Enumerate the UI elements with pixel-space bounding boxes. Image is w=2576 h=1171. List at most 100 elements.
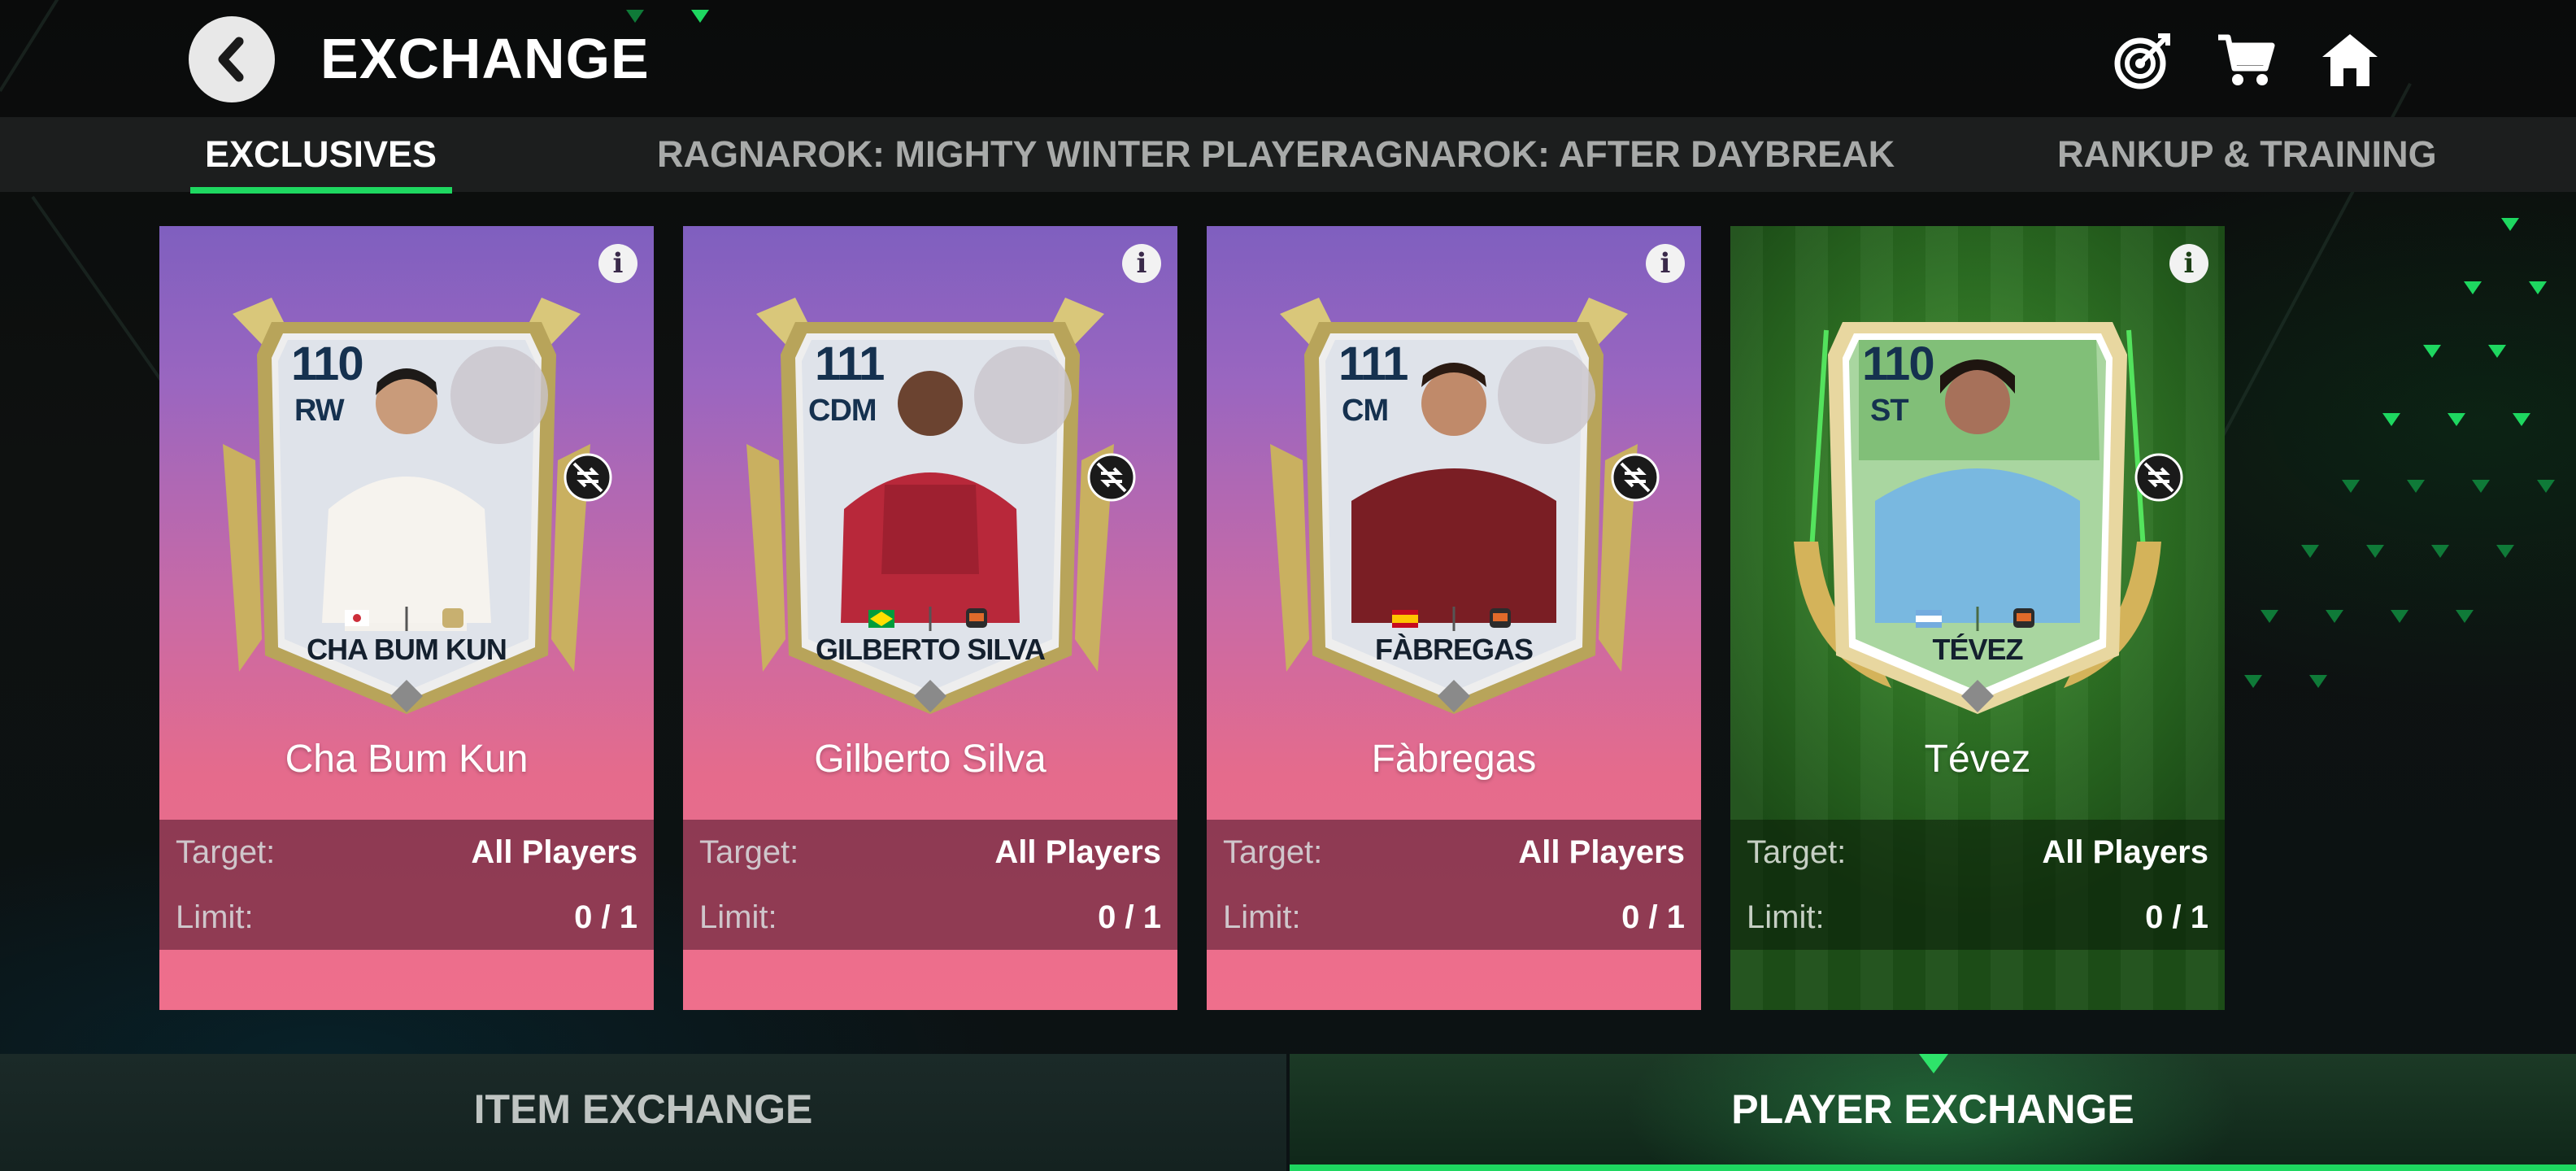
decoration-triangle xyxy=(2366,545,2384,558)
target-value: All Players xyxy=(2042,834,2208,870)
target-label: Target: xyxy=(699,834,799,870)
decoration-triangle xyxy=(2431,545,2449,558)
target-value: All Players xyxy=(471,834,637,870)
decoration-triangle xyxy=(2537,480,2555,493)
decoration-triangle xyxy=(2309,675,2327,688)
target-row: Target: All Players xyxy=(176,820,637,885)
exchange-screen: EXCHANGE EXCLUSIVES RAGNAROK: MIGHTY WIN… xyxy=(0,0,2576,1171)
decoration-triangle xyxy=(2496,545,2514,558)
cart-icon xyxy=(2218,34,2275,85)
active-tab-indicator xyxy=(190,187,452,194)
decoration-triangle xyxy=(2261,610,2278,623)
decoration-triangle xyxy=(2326,610,2343,623)
target-row: Target: All Players xyxy=(1223,820,1685,885)
limit-row: Limit: 0 / 1 xyxy=(1223,885,1685,950)
target-label: Target: xyxy=(1223,834,1323,870)
info-icon[interactable]: i xyxy=(598,244,637,283)
active-tab-arrow xyxy=(1919,1054,1948,1073)
tab-item-exchange[interactable]: ITEM EXCHANGE xyxy=(0,1054,1286,1171)
decoration-triangle xyxy=(2423,345,2441,358)
tab-ragnarok-after-daybreak[interactable]: RAGNAROK: AFTER DAYBREAK xyxy=(1322,117,1895,192)
cart-button[interactable] xyxy=(2213,28,2278,93)
decoration-triangle xyxy=(2244,675,2262,688)
player-rating: 111 xyxy=(815,337,885,390)
player-card-name: CHA BUM KUN xyxy=(307,633,507,666)
player-position: RW xyxy=(294,394,345,428)
player-rating: 110 xyxy=(1862,337,1935,390)
player-card: 111 CM FÀBREGAS xyxy=(1270,298,1638,720)
category-tabs: EXCLUSIVES RAGNAROK: MIGHTY WINTER PLAYE… xyxy=(0,117,2576,194)
player-card-name: TÉVEZ xyxy=(1932,633,2023,666)
player-display-name: Fàbregas xyxy=(1371,738,1537,781)
exchange-info-panel: Target: All Players Limit: 0 / 1 xyxy=(1207,820,1701,950)
info-icon[interactable]: i xyxy=(1122,244,1161,283)
target-value: All Players xyxy=(1518,834,1685,870)
decoration-triangle xyxy=(2301,545,2319,558)
back-button[interactable] xyxy=(189,16,275,102)
decoration-triangle xyxy=(2407,480,2425,493)
bottom-nav: ITEM EXCHANGE PLAYER EXCHANGE xyxy=(0,1054,2576,1171)
player-card-name: GILBERTO SILVA xyxy=(815,633,1046,666)
player-card: 111 CDM GILBERTO SILVA xyxy=(746,298,1114,720)
decoration-triangle xyxy=(2488,345,2506,358)
player-rating: 110 xyxy=(291,337,364,390)
limit-row: Limit: 0 / 1 xyxy=(699,885,1161,950)
limit-value: 0 / 1 xyxy=(1621,899,1685,935)
tab-ragnarok-mighty-winter-player[interactable]: RAGNAROK: MIGHTY WINTER PLAYER xyxy=(657,117,1347,192)
exchange-card-fabregas[interactable]: i 111 CM FÀBREGAS Fàbregas Target: All P… xyxy=(1207,226,1701,1010)
player-position: CDM xyxy=(808,394,877,428)
limit-value: 0 / 1 xyxy=(2145,899,2208,935)
decoration-triangle xyxy=(2513,413,2530,426)
player-card-name: FÀBREGAS xyxy=(1374,633,1534,666)
player-display-name: Gilberto Silva xyxy=(814,738,1046,781)
decoration-triangle xyxy=(2391,610,2408,623)
untradable-icon xyxy=(1611,453,1660,502)
untradable-icon xyxy=(1087,453,1136,502)
decoration-triangle xyxy=(2456,610,2474,623)
page-title: EXCHANGE xyxy=(320,27,650,90)
decoration-triangle xyxy=(2382,413,2400,426)
decoration-triangle xyxy=(2529,281,2547,294)
target-label: Target: xyxy=(1747,834,1847,870)
chevron-left-icon xyxy=(218,37,244,82)
player-card: 110 ST TÉVEZ xyxy=(1794,298,2161,720)
decoration-triangle xyxy=(2464,281,2482,294)
target-label: Target: xyxy=(176,834,276,870)
player-exchange-label: PLAYER EXCHANGE xyxy=(1731,1086,2134,1132)
limit-label: Limit: xyxy=(1747,899,1825,935)
exchange-info-panel: Target: All Players Limit: 0 / 1 xyxy=(1730,820,2225,950)
limit-value: 0 / 1 xyxy=(1098,899,1161,935)
exchange-info-panel: Target: All Players Limit: 0 / 1 xyxy=(683,820,1177,950)
target-value: All Players xyxy=(994,834,1161,870)
exchange-info-panel: Target: All Players Limit: 0 / 1 xyxy=(159,820,654,950)
home-icon xyxy=(2322,34,2378,86)
home-button[interactable] xyxy=(2317,28,2382,93)
header: EXCHANGE xyxy=(0,0,2576,115)
target-icon xyxy=(2114,33,2170,89)
active-tab-underline xyxy=(1290,1164,2576,1171)
decoration-triangle xyxy=(2472,480,2490,493)
info-icon[interactable]: i xyxy=(2169,244,2208,283)
target-button[interactable] xyxy=(2111,28,2176,93)
exchange-card-tevez[interactable]: i 110 ST TÉVEZ Tévez Target: All Players… xyxy=(1730,226,2225,1010)
tab-rankup-training[interactable]: RANKUP & TRAINING xyxy=(2057,117,2437,192)
decoration-triangle xyxy=(2501,218,2519,231)
untradable-icon xyxy=(2134,453,2183,502)
decoration-triangle xyxy=(2342,480,2360,493)
untradable-icon xyxy=(564,453,612,502)
limit-row: Limit: 0 / 1 xyxy=(176,885,637,950)
target-row: Target: All Players xyxy=(699,820,1161,885)
player-rating: 111 xyxy=(1338,337,1408,390)
player-position: ST xyxy=(1870,394,1909,428)
tab-exclusives[interactable]: EXCLUSIVES xyxy=(205,117,437,192)
info-icon[interactable]: i xyxy=(1646,244,1685,283)
exchange-card-gilberto-silva[interactable]: i 111 CDM GILBERTO SILVA Gilberto Silva … xyxy=(683,226,1177,1010)
player-position: CM xyxy=(1342,394,1389,428)
exchange-card-cha-bum-kun[interactable]: i 110 RW CHA BUM KUN Cha Bum Kun Target:… xyxy=(159,226,654,1010)
player-display-name: Tévez xyxy=(1924,738,2031,781)
limit-label: Limit: xyxy=(699,899,777,935)
limit-value: 0 / 1 xyxy=(574,899,637,935)
limit-label: Limit: xyxy=(1223,899,1301,935)
limit-row: Limit: 0 / 1 xyxy=(1747,885,2208,950)
target-row: Target: All Players xyxy=(1747,820,2208,885)
